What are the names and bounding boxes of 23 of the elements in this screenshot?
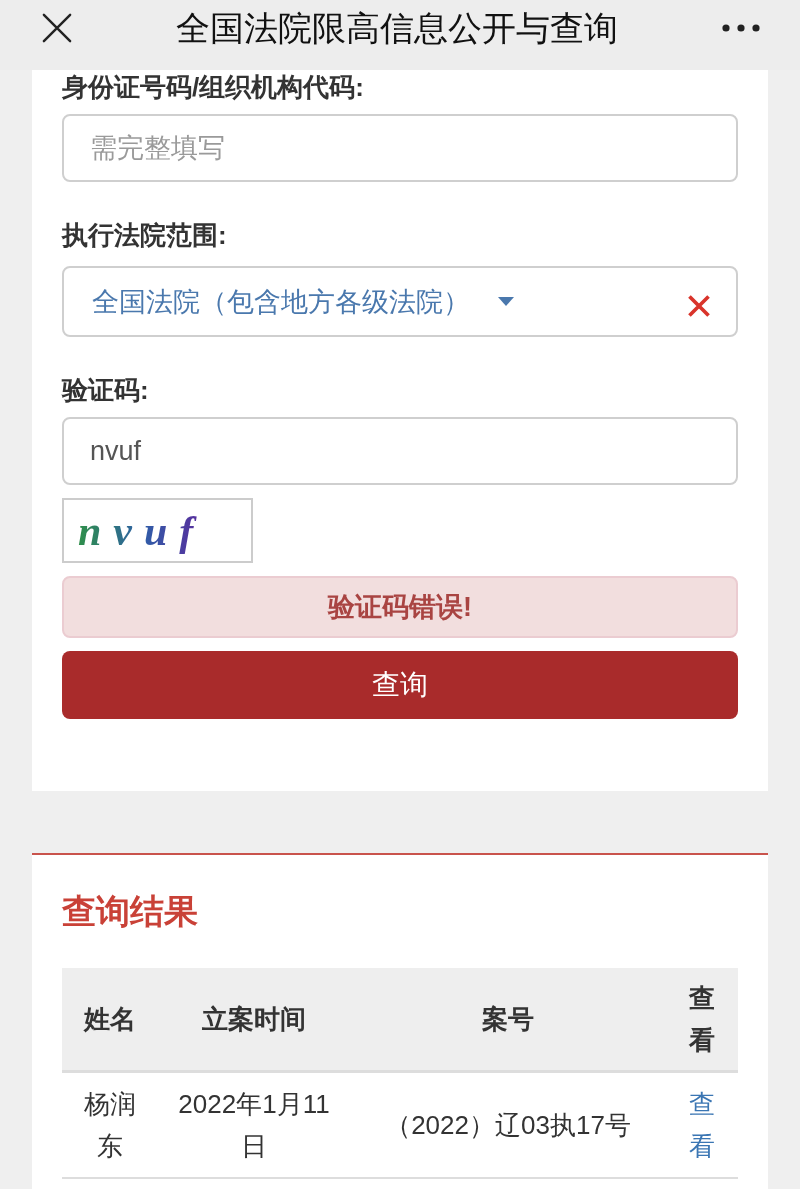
column-header: 案号 — [350, 968, 666, 1072]
field-label: 执行法院范围: — [62, 220, 227, 250]
table-cell: 杨润东 — [62, 1071, 158, 1178]
table-cell: （2022）辽03执17号 — [350, 1071, 666, 1178]
view-link[interactable]: 查看 — [689, 1083, 715, 1167]
field-label: 身份证号码/组织机构代码: — [62, 72, 364, 102]
results-title: 查询结果 — [62, 891, 198, 932]
more-icon[interactable] — [722, 24, 760, 32]
column-header: 立案时间 — [158, 968, 350, 1072]
captcha-image[interactable]: nvuf — [62, 498, 253, 563]
field-label: 验证码: — [62, 375, 149, 405]
input-field[interactable]: nvuf — [62, 417, 738, 485]
column-header: 姓名 — [62, 968, 158, 1072]
column-header: 查看 — [666, 968, 738, 1072]
table-cell: 2022年1月11日 — [158, 1071, 350, 1178]
error-alert: 验证码错误! — [62, 576, 738, 638]
page-title: 全国法院限高信息公开与查询 — [175, 8, 619, 48]
dropdown-field[interactable]: 全国法院（包含地方各级法院） — [62, 266, 738, 337]
search-button[interactable]: 查询 — [62, 651, 738, 719]
clear-icon[interactable] — [688, 294, 710, 317]
caret-icon — [498, 297, 514, 306]
input-field[interactable]: 需完整填写 — [62, 114, 738, 182]
close-icon[interactable] — [42, 13, 72, 43]
